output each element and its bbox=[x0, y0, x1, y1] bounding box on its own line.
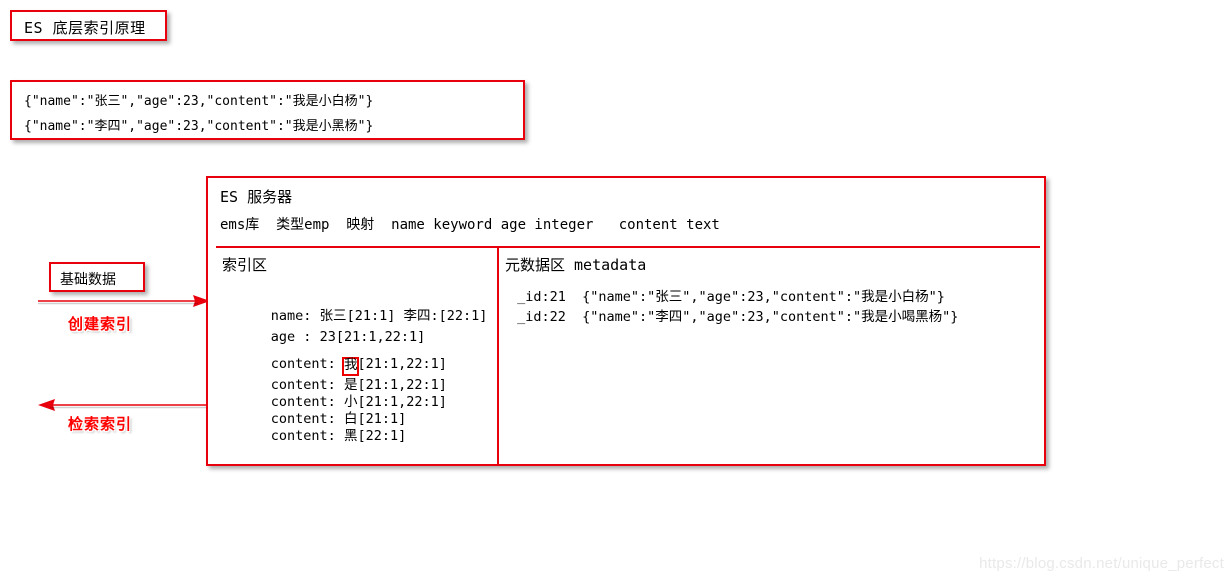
es-server-title: ES 服务器 bbox=[220, 188, 293, 206]
create-index-arrow-icon bbox=[38, 295, 210, 307]
index-row-extra-postings: [22:1] bbox=[438, 308, 488, 324]
es-server-mapping-line: ems库 类型emp 映射 name keyword age integer c… bbox=[220, 217, 720, 233]
metadata-area-heading: 元数据区 metadata bbox=[505, 256, 647, 274]
watermark: https://blog.csdn.net/unique_perfect bbox=[979, 555, 1224, 572]
column-divider bbox=[497, 246, 499, 464]
base-data-label: 基础数据 bbox=[60, 272, 116, 288]
index-area-pane: 索引区 name: 张三[21:1] 李四:[22:1] age : 23[21… bbox=[216, 254, 497, 464]
index-area-heading: 索引区 bbox=[222, 256, 268, 274]
search-index-arrow-icon bbox=[38, 399, 210, 411]
create-index-label: 创建索引 bbox=[68, 315, 133, 333]
index-row-field: content: bbox=[270, 428, 344, 444]
index-row-term: 黑 bbox=[343, 428, 358, 444]
index-row: content: 黑[22:1] bbox=[222, 408, 406, 460]
index-row-postings: [22:1] bbox=[357, 428, 407, 444]
metadata-area-pane: 元数据区 metadata _id:21 {"name":"张三","age":… bbox=[503, 254, 1043, 464]
search-index-label: 检索索引 bbox=[68, 415, 133, 433]
source-document-line-2: {"name":"李四","age":23,"content":"我是小黑杨"} bbox=[24, 119, 374, 134]
metadata-row: _id:21 {"name":"张三","age":23,"content":"… bbox=[509, 289, 945, 305]
diagram-title-text: ES 底层索引原理 bbox=[24, 19, 146, 37]
es-server-box: ES 服务器 ems库 类型emp 映射 name keyword age in… bbox=[206, 176, 1046, 466]
metadata-row: _id:22 {"name":"李四","age":23,"content":"… bbox=[509, 309, 959, 325]
header-divider bbox=[216, 246, 1040, 248]
source-documents-box: {"name":"张三","age":23,"content":"我是小白杨"}… bbox=[10, 80, 525, 140]
diagram-title-box: ES 底层索引原理 bbox=[10, 10, 167, 41]
base-data-box: 基础数据 bbox=[49, 262, 145, 292]
source-document-line-1: {"name":"张三","age":23,"content":"我是小白杨"} bbox=[24, 94, 374, 109]
